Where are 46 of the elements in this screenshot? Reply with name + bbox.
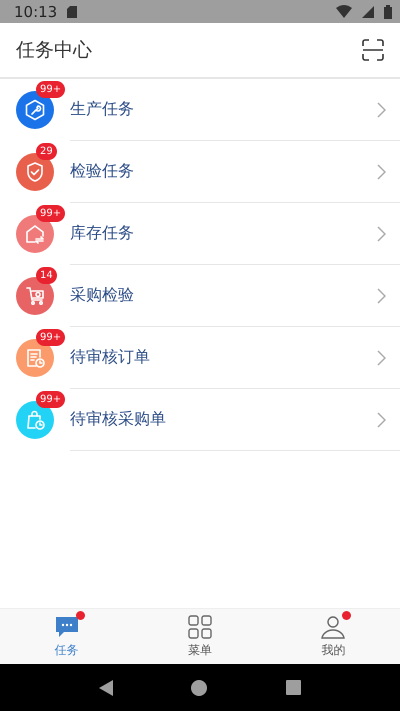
battery-icon: [384, 4, 392, 18]
nav-tab[interactable]: 菜单: [133, 609, 267, 664]
task-label: 待审核采购单: [70, 409, 166, 430]
task-label: 采购检验: [70, 285, 134, 306]
chat-icon: [54, 615, 80, 639]
task-label: 生产任务: [70, 99, 134, 120]
page-title: 任务中心: [16, 38, 92, 63]
count-badge: 14: [36, 267, 57, 284]
recents-icon[interactable]: [286, 680, 301, 695]
task-row[interactable]: 99+ 待审核采购单: [0, 389, 400, 451]
chevron-right-icon: [377, 350, 386, 366]
count-badge: 99+: [36, 391, 66, 408]
back-icon[interactable]: [99, 680, 114, 696]
shield-check-icon: [24, 161, 46, 183]
chevron-right-icon: [377, 288, 386, 304]
chevron-right-icon: [377, 226, 386, 242]
sd-card-icon: [67, 6, 78, 18]
signal-icon: [362, 6, 374, 18]
count-badge: 99+: [36, 329, 66, 346]
wifi-icon: [336, 5, 352, 18]
task-row[interactable]: 99+ 生产任务: [0, 79, 400, 141]
chevron-right-icon: [377, 164, 386, 180]
count-badge: 99+: [36, 81, 66, 98]
task-label: 待审核订单: [70, 347, 150, 368]
grid-icon: [188, 615, 212, 639]
house-icon: [24, 223, 46, 245]
chevron-right-icon: [377, 102, 386, 118]
home-icon[interactable]: [191, 680, 208, 696]
task-row[interactable]: 99+ 库存任务: [0, 203, 400, 265]
count-badge: 99+: [36, 205, 66, 222]
chevron-right-icon: [377, 412, 386, 428]
bag-clock-icon: [24, 409, 46, 431]
count-badge: 29: [36, 143, 57, 160]
cart-icon: [24, 285, 46, 307]
task-row[interactable]: 29 检验任务: [0, 141, 400, 203]
task-label: 库存任务: [70, 223, 134, 244]
nav-tab[interactable]: 我的: [266, 609, 400, 664]
user-icon: [321, 615, 346, 639]
task-row[interactable]: 14 采购检验: [0, 265, 400, 327]
wrench-icon: [24, 99, 46, 121]
task-row[interactable]: 99+ 待审核订单: [0, 327, 400, 389]
nav-tab[interactable]: 任务: [0, 609, 134, 664]
document-clock-icon: [24, 347, 46, 369]
task-label: 检验任务: [70, 161, 134, 182]
status-time: 10:13: [14, 2, 58, 20]
scan-icon[interactable]: [362, 39, 384, 61]
